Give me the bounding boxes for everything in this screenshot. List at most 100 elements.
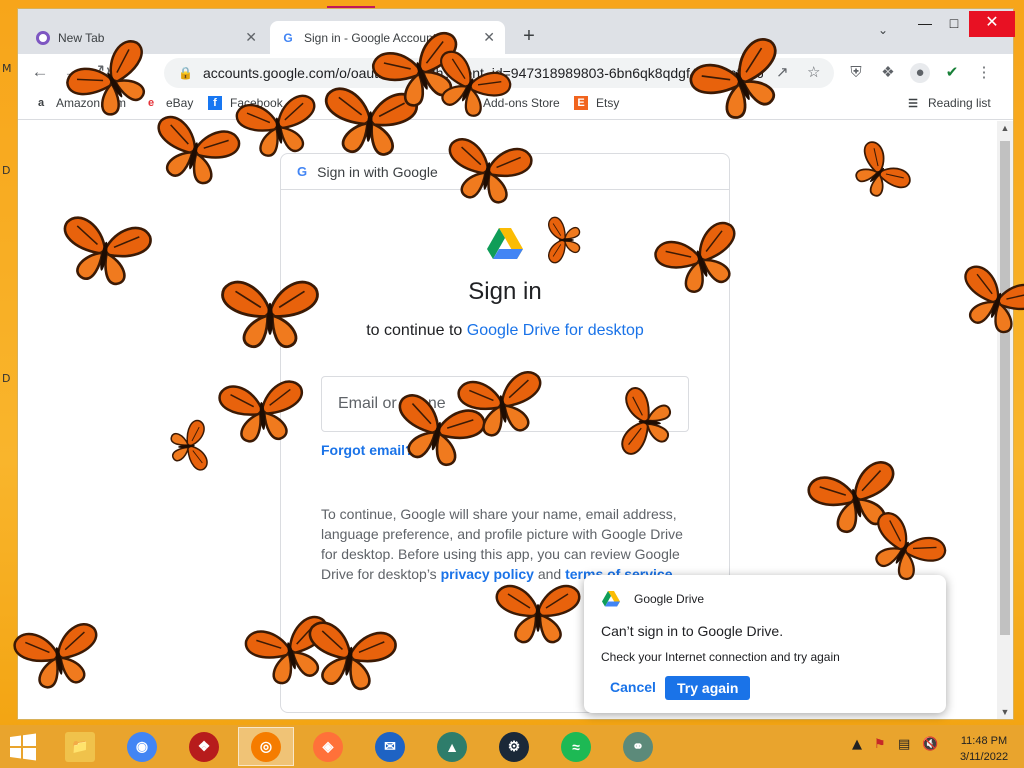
menu-kebab-icon[interactable]: ⋮ <box>974 63 994 83</box>
windows-start-icon[interactable] <box>8 733 38 761</box>
clock[interactable]: 11:48 PM 3/11/2022 <box>952 733 1016 765</box>
etsy-icon: E <box>574 96 588 110</box>
close-window-button[interactable]: ✕ <box>969 11 1015 37</box>
ebay-icon: e <box>147 97 155 109</box>
action-center-flag-icon[interactable]: ⚑ <box>874 737 886 752</box>
bookmark-amazon[interactable]: a Amazon.com <box>34 96 126 110</box>
bookmarks-bar: a Amazon.com e eBay f Facebook Add-ons S… <box>18 90 1013 120</box>
google-g-icon: G <box>283 30 293 45</box>
amazon-icon: a <box>37 97 45 109</box>
minimize-button[interactable]: — <box>909 11 941 37</box>
app-name-link[interactable]: Google Drive for desktop <box>467 322 644 339</box>
close-tab-icon[interactable]: ✕ <box>483 29 495 46</box>
desktop-glyph: M <box>2 62 12 75</box>
bookmark-addons[interactable]: Add-ons Store <box>461 96 560 110</box>
security-extension-icon[interactable]: ✔ <box>942 63 962 83</box>
toolbar: ← → ↻ 🔒 accounts.google.com/o/oauth2/v2/… <box>18 54 1013 90</box>
clock-date: 3/11/2022 <box>959 751 1009 763</box>
bookmark-label: Add-ons Store <box>483 96 560 110</box>
avast-icon: ◎ <box>251 731 281 762</box>
taskbar-button[interactable]: ◎ <box>238 727 294 766</box>
desktop-glyph: D <box>2 372 11 385</box>
taskbar-button[interactable]: ⚙ <box>486 727 542 766</box>
bookmark-label: Facebook <box>230 96 283 110</box>
bookmark-star-icon[interactable]: ☆ <box>807 63 820 81</box>
email-field[interactable] <box>321 376 689 432</box>
taskbar-button[interactable]: ⚭ <box>610 727 666 766</box>
notification-body: Check your Internet connection and try a… <box>601 650 840 664</box>
bookmark-label: Amazon.com <box>56 96 127 110</box>
file-explorer-icon: 📁 <box>65 731 95 762</box>
chrome-icon: ◉ <box>127 731 157 762</box>
reading-list-icon: ☰ <box>908 97 918 110</box>
steam-icon: ⚙ <box>499 731 529 762</box>
maximize-button[interactable]: □ <box>938 11 970 37</box>
reading-list-button[interactable]: ☰ Reading list <box>906 96 991 110</box>
bookmark-etsy[interactable]: E Etsy <box>574 96 619 110</box>
new-tab-icon <box>36 30 50 45</box>
try-again-button[interactable]: Try again <box>665 676 751 700</box>
scroll-down-arrow-icon[interactable]: ▼ <box>997 707 1013 717</box>
card-header-title: Sign in with Google <box>317 163 438 180</box>
notification-app-name: Google Drive <box>634 592 705 606</box>
volume-muted-icon[interactable]: 🔇 <box>922 737 938 752</box>
spotify-icon: ≈ <box>561 731 591 762</box>
bookmark-facebook[interactable]: f Facebook <box>208 96 283 110</box>
tab-new-tab[interactable]: New Tab ✕ <box>26 21 267 54</box>
google-drive-logo-icon <box>602 591 620 607</box>
extension-shield-icon[interactable]: ⛨ <box>846 63 866 83</box>
google-g-icon: G <box>297 164 308 179</box>
reading-list-label: Reading list <box>928 96 991 110</box>
tab-label: New Tab <box>58 30 105 45</box>
red-app-icon: ❖ <box>189 731 219 762</box>
thunderbird-icon: ✉ <box>375 731 405 762</box>
bookmark-ebay[interactable]: e eBay <box>144 96 193 110</box>
taskbar-button[interactable]: 📁 <box>52 727 108 766</box>
facebook-icon: f <box>208 96 222 110</box>
address-bar[interactable]: 🔒 accounts.google.com/o/oauth2/v2/auth?c… <box>164 58 834 88</box>
share-icon[interactable]: ↗ <box>776 63 789 81</box>
tab-sign-in[interactable]: G Sign in - Google Accounts ✕ <box>270 21 505 54</box>
taskbar-button[interactable]: ✉ <box>362 727 418 766</box>
lock-icon[interactable]: 🔒 <box>178 66 193 80</box>
profile-icon[interactable]: ● <box>910 63 930 83</box>
addons-icon <box>461 96 475 110</box>
sign-in-title: Sign in <box>468 278 542 305</box>
firefox-icon: ◈ <box>313 731 343 762</box>
page-scrollbar[interactable]: ▲ ▼ <box>997 121 1013 719</box>
subtitle-prefix: to continue to <box>366 322 463 339</box>
network-icon[interactable]: ▤ <box>898 737 910 752</box>
drive-notification: Google Drive Can’t sign in to Google Dri… <box>584 575 946 713</box>
google-drive-logo-icon <box>487 228 523 259</box>
cancel-button[interactable]: Cancel <box>602 677 664 697</box>
taskbar-button[interactable]: ▲ <box>424 727 480 766</box>
scroll-up-arrow-icon[interactable]: ▲ <box>997 123 1013 133</box>
sign-in-subtitle: to continue to Google Drive for desktop <box>281 322 729 340</box>
consent-text: To continue, Google will share your name… <box>321 504 691 584</box>
url-text[interactable]: accounts.google.com/o/oauth2/v2/auth?cli… <box>203 65 763 81</box>
new-tab-button[interactable]: + <box>518 25 540 48</box>
tab-search-icon[interactable]: ⌄ <box>878 23 888 37</box>
taskbar-button[interactable]: ◈ <box>300 727 356 766</box>
taskbar: 📁 ◉ ❖ ◎ ◈ ✉ ▲ ⚙ ≈ ⚭ ▲ ⚑ ▤ 🔇 <box>0 725 1024 768</box>
network-app-icon: ⚭ <box>623 731 653 762</box>
bookmark-label: eBay <box>166 96 194 110</box>
taskbar-button[interactable]: ❖ <box>176 727 232 766</box>
card-header: G Sign in with Google <box>281 154 729 190</box>
taskbar-button[interactable]: ◉ <box>114 727 170 766</box>
extensions-puzzle-icon[interactable]: ❖ <box>878 63 898 83</box>
tab-strip: New Tab ✕ G Sign in - Google Accounts ✕ … <box>18 9 1015 54</box>
bookmark-label: Etsy <box>596 96 620 110</box>
forgot-email-link[interactable]: Forgot email? <box>321 442 414 458</box>
show-hidden-icons-icon[interactable]: ▲ <box>852 737 862 752</box>
taskbar-button[interactable]: ≈ <box>548 727 604 766</box>
protonvpn-icon: ▲ <box>437 731 467 762</box>
notification-title: Can’t sign in to Google Drive. <box>601 623 784 639</box>
privacy-policy-link[interactable]: privacy policy <box>441 566 534 582</box>
tab-label: Sign in - Google Accounts <box>304 30 443 45</box>
reload-icon[interactable]: ↻ <box>92 61 116 85</box>
close-tab-icon[interactable]: ✕ <box>245 29 257 46</box>
back-icon[interactable]: ← <box>28 61 52 85</box>
scrollbar-thumb[interactable] <box>1000 141 1010 635</box>
forward-icon[interactable]: → <box>60 61 84 85</box>
